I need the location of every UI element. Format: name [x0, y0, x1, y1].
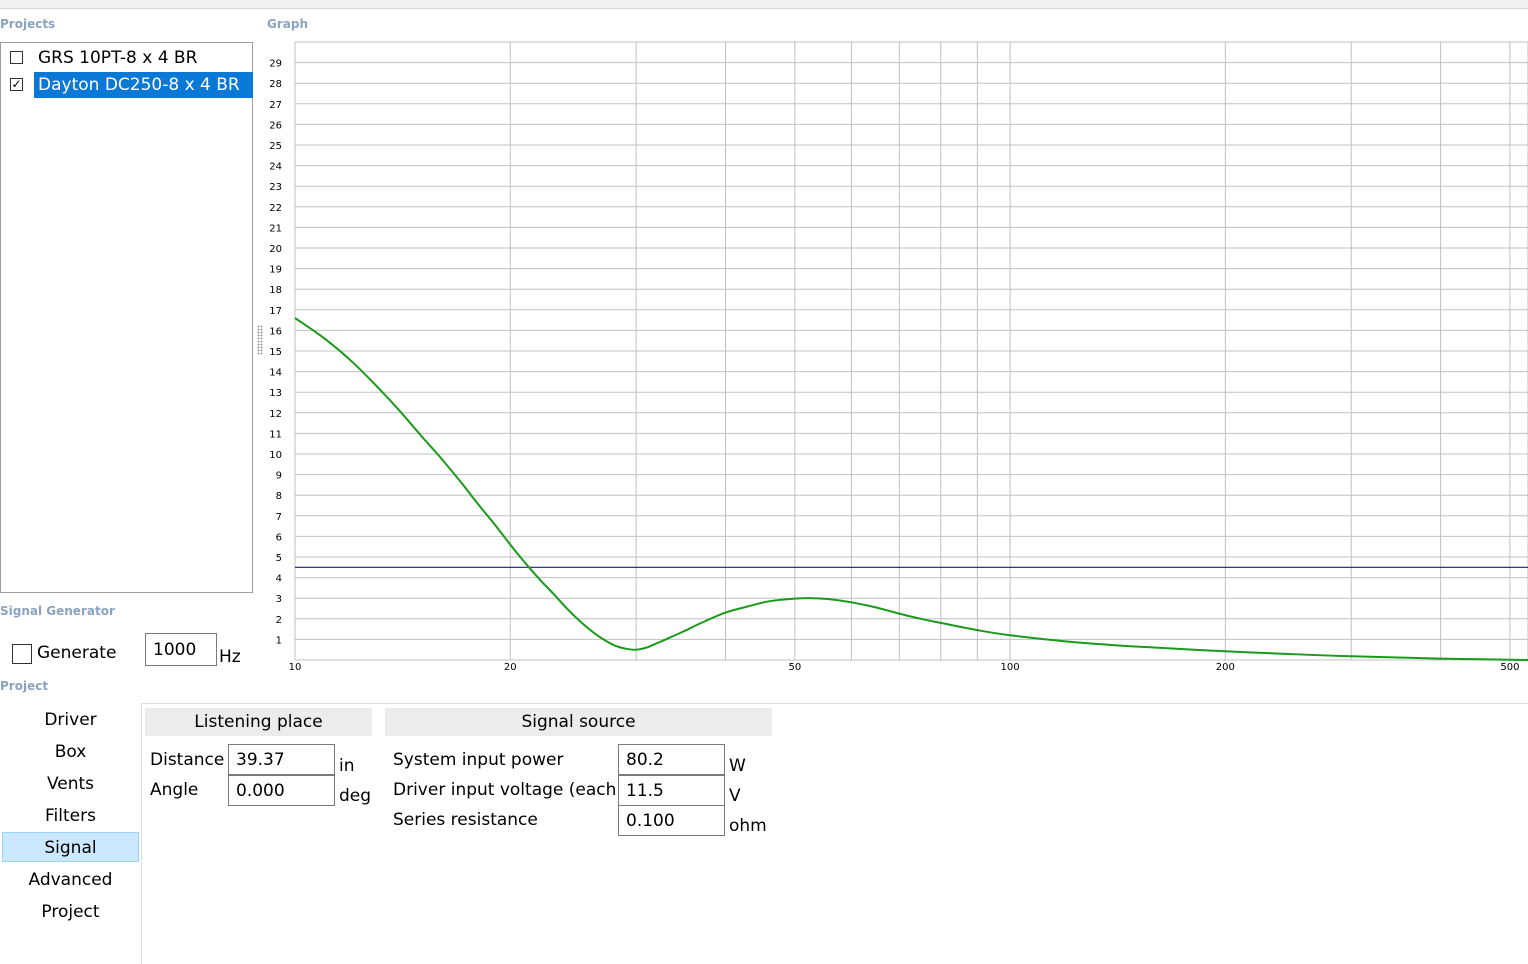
- y-tick-label: 19: [269, 265, 282, 276]
- title-bar: [0, 0, 1528, 9]
- x-tick-label: 10: [289, 662, 302, 673]
- projects-group-label: Projects: [0, 17, 56, 31]
- y-tick-label: 12: [269, 409, 282, 420]
- nav-project[interactable]: Project: [2, 897, 139, 927]
- nav-filters[interactable]: Filters: [2, 801, 139, 831]
- x-tick-label: 500: [1500, 662, 1519, 673]
- frequency-unit: Hz: [219, 647, 241, 667]
- project-item-dayton[interactable]: ✓ Dayton DC250-8 x 4 BR: [5, 72, 253, 98]
- project-checkbox-grs[interactable]: [10, 51, 23, 64]
- y-tick-label: 23: [269, 182, 282, 193]
- y-tick-label: 11: [269, 429, 282, 440]
- y-tick-label: 8: [276, 491, 282, 502]
- y-tick-label: 28: [269, 79, 282, 90]
- generate-checkbox[interactable]: [12, 644, 32, 664]
- project-group-label: Project: [0, 679, 49, 693]
- resistance-input[interactable]: 0.100: [618, 805, 725, 836]
- nav-box[interactable]: Box: [2, 737, 139, 767]
- signal-source-header: Signal source: [385, 708, 772, 736]
- project-checkbox-dayton[interactable]: ✓: [10, 78, 23, 91]
- resistance-label: Series resistance: [393, 810, 538, 830]
- y-tick-label: 2: [276, 615, 282, 626]
- power-label: System input power: [393, 750, 564, 770]
- y-tick-label: 27: [269, 100, 282, 111]
- project-item-grs[interactable]: GRS 10PT-8 x 4 BR: [5, 45, 253, 71]
- x-tick-label: 50: [788, 662, 801, 673]
- y-tick-label: 9: [276, 471, 282, 482]
- project-divider: [142, 703, 1528, 704]
- listening-place-header: Listening place: [145, 708, 372, 736]
- y-tick-label: 22: [269, 203, 282, 214]
- y-tick-label: 20: [269, 244, 282, 255]
- y-tick-label: 21: [269, 223, 282, 234]
- angle-input[interactable]: 0.000: [228, 775, 335, 806]
- resistance-unit: ohm: [729, 816, 767, 836]
- y-tick-label: 24: [269, 162, 282, 173]
- angle-unit: deg: [339, 786, 372, 805]
- distance-input[interactable]: 39.37: [228, 744, 335, 775]
- response-graph: 1234567891011121314151617181920212223242…: [269, 41, 1528, 673]
- x-tick-label: 200: [1216, 662, 1235, 673]
- nav-vents[interactable]: Vents: [2, 769, 139, 799]
- nav-advanced[interactable]: Advanced: [2, 865, 139, 895]
- projects-list[interactable]: GRS 10PT-8 x 4 BR ✓ Dayton DC250-8 x 4 B…: [0, 42, 253, 593]
- project-label: Dayton DC250-8 x 4 BR: [34, 72, 253, 98]
- y-tick-label: 10: [269, 450, 282, 461]
- y-tick-label: 16: [269, 326, 282, 337]
- signal-generator-group-label: Signal Generator: [0, 604, 115, 618]
- y-tick-label: 18: [269, 285, 282, 296]
- voltage-unit: V: [729, 786, 741, 806]
- nav-driver[interactable]: Driver: [2, 705, 139, 735]
- y-tick-label: 1: [276, 635, 282, 646]
- y-tick-label: 17: [269, 306, 282, 317]
- y-tick-label: 25: [269, 141, 282, 152]
- y-tick-label: 14: [269, 368, 282, 379]
- graph-panel: 1 2 3 4 5 6 7 8 9 10 11 12 13 14 15 16 17 18 19 20 21 22 23 24 2…: [262, 36, 1528, 676]
- y-tick-label: 5: [276, 553, 282, 564]
- project-label: GRS 10PT-8 x 4 BR: [38, 48, 198, 68]
- distance-unit: in: [339, 756, 355, 776]
- frequency-input[interactable]: 1000: [145, 633, 217, 666]
- angle-label: Angle: [150, 780, 199, 800]
- y-tick-label: 13: [269, 388, 282, 399]
- y-tick-label: 7: [276, 512, 282, 523]
- graph-group-label: Graph: [267, 17, 308, 31]
- y-tick-label: 15: [269, 347, 282, 358]
- nav-signal[interactable]: Signal: [2, 832, 139, 862]
- project-nav-divider: [141, 703, 142, 964]
- y-tick-label: 29: [269, 59, 282, 70]
- y-tick-label: 4: [276, 574, 282, 585]
- y-tick-label: 26: [269, 120, 282, 131]
- voltage-label: Driver input voltage (each): [393, 780, 624, 800]
- power-unit: W: [729, 756, 746, 776]
- distance-label: Distance: [150, 750, 225, 770]
- x-tick-label: 20: [504, 662, 517, 673]
- power-input[interactable]: 80.2: [618, 744, 725, 775]
- voltage-input[interactable]: 11.5: [618, 775, 725, 806]
- generate-label: Generate: [37, 643, 117, 663]
- x-tick-label: 100: [1001, 662, 1020, 673]
- y-tick-label: 3: [276, 594, 282, 605]
- y-tick-label: 6: [276, 532, 282, 543]
